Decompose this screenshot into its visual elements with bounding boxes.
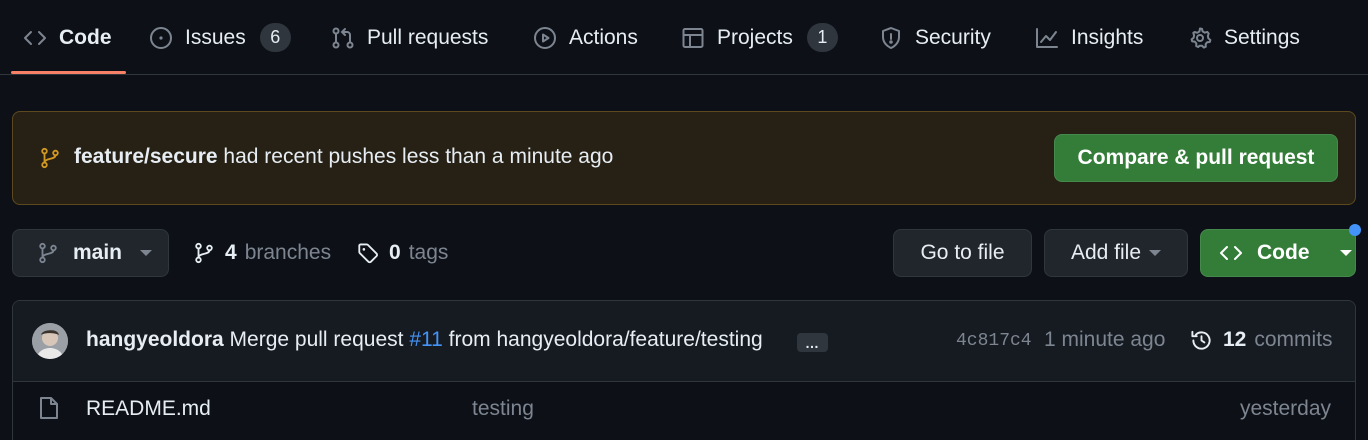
issues-count-badge: 6 <box>259 23 291 52</box>
commits-count: 12 <box>1223 328 1247 351</box>
tab-code[interactable]: Code <box>23 0 112 75</box>
commit-message-post[interactable]: from hangyeoldora/feature/testing <box>449 328 763 351</box>
push-message-text: had recent pushes less than a minute ago <box>223 145 614 168</box>
avatar[interactable] <box>32 323 68 359</box>
active-tab-indicator <box>11 71 126 74</box>
tab-label: Code <box>59 25 112 49</box>
go-to-file-button[interactable]: Go to file <box>893 229 1032 277</box>
chevron-down-icon <box>1339 250 1352 256</box>
tags-link[interactable]: 0 tags <box>357 229 448 277</box>
commit-sha[interactable]: 4c817c4 <box>956 331 1032 351</box>
current-branch-label: main <box>73 241 123 264</box>
git-pull-request-icon <box>332 27 354 48</box>
code-icon <box>24 30 46 45</box>
git-branch-icon <box>41 147 59 169</box>
table-row[interactable]: README.md testing yesterday <box>13 382 1355 436</box>
tab-settings[interactable]: Settings <box>1188 0 1300 75</box>
commit-time: 1 minute ago <box>1044 328 1166 351</box>
latest-commit-row: hangyeoldora Merge pull request #11 from… <box>13 301 1355 382</box>
chevron-down-icon <box>140 250 153 256</box>
shield-icon <box>882 26 900 49</box>
projects-count-badge: 1 <box>806 23 838 52</box>
commits-history-link[interactable]: 12 commits <box>1190 328 1333 352</box>
play-icon <box>534 26 556 49</box>
commits-label: commits <box>1254 328 1333 351</box>
chevron-down-icon <box>1149 250 1162 256</box>
tab-insights[interactable]: Insights <box>1035 0 1143 75</box>
tags-count: 0 <box>389 241 401 264</box>
gear-icon <box>1190 27 1212 49</box>
file-icon <box>40 397 58 419</box>
tab-label: Actions <box>569 25 638 49</box>
branch-select-button[interactable]: main <box>12 229 169 277</box>
history-icon <box>1191 330 1211 350</box>
branches-label: branches <box>244 241 332 264</box>
file-browser: hangyeoldora Merge pull request #11 from… <box>12 300 1356 440</box>
branches-count: 4 <box>225 241 237 264</box>
tab-projects[interactable]: Projects 1 <box>681 0 838 75</box>
file-commit-message[interactable]: testing <box>472 397 534 421</box>
compare-pull-request-button[interactable]: Compare & pull request <box>1054 134 1338 182</box>
tags-label: tags <box>408 241 449 264</box>
commit-author[interactable]: hangyeoldora <box>86 328 224 351</box>
notification-dot <box>1349 224 1361 236</box>
tab-label: Pull requests <box>367 25 489 49</box>
file-commit-time: yesterday <box>1239 397 1331 420</box>
code-button-label: Code <box>1257 241 1310 264</box>
branches-link[interactable]: 4 branches <box>193 229 331 277</box>
recent-push-banner: feature/secure had recent pushes less th… <box>12 111 1356 205</box>
tab-label: Settings <box>1224 25 1300 49</box>
tag-icon <box>358 243 378 264</box>
commit-message: hangyeoldora Merge pull request #11 from… <box>86 328 763 352</box>
table-icon <box>682 27 704 48</box>
avatar-image <box>32 323 68 359</box>
repo-nav: Code Issues 6 Pull requests Actions Proj… <box>0 0 1368 75</box>
git-branch-icon <box>39 242 57 264</box>
pr-link[interactable]: #11 <box>409 328 442 351</box>
tab-label: Insights <box>1071 25 1144 49</box>
add-file-label: Add file <box>1070 241 1142 264</box>
recent-push-message: feature/secure had recent pushes less th… <box>74 145 613 169</box>
add-file-button[interactable]: Add file <box>1044 229 1188 277</box>
file-name[interactable]: README.md <box>86 397 211 421</box>
expand-commit-button[interactable]: … <box>797 333 828 352</box>
tab-label: Issues <box>185 25 246 49</box>
tab-actions[interactable]: Actions <box>533 0 638 75</box>
code-icon <box>1220 246 1242 260</box>
tab-label: Security <box>915 25 991 49</box>
graph-icon <box>1036 27 1058 48</box>
tab-security[interactable]: Security <box>879 0 991 75</box>
git-branch-icon <box>195 242 213 264</box>
pushed-branch-name[interactable]: feature/secure <box>74 145 218 168</box>
commit-message-pre[interactable]: Merge pull request <box>230 328 404 351</box>
issue-opened-icon <box>150 26 172 49</box>
tab-pull-requests[interactable]: Pull requests <box>331 0 488 75</box>
code-dropdown-button[interactable]: Code <box>1200 229 1356 277</box>
tab-label: Projects <box>717 25 793 49</box>
tab-issues[interactable]: Issues 6 <box>149 0 291 75</box>
